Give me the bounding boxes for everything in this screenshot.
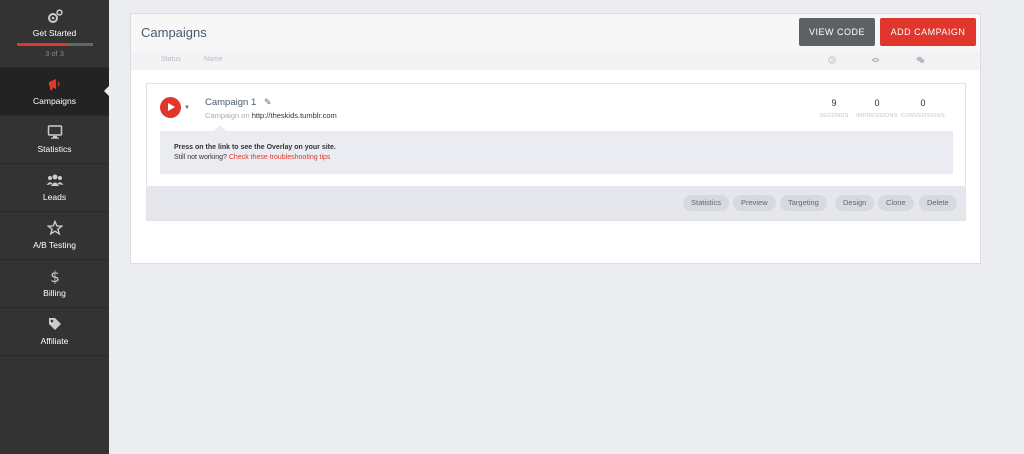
gears-icon [0, 0, 109, 26]
design-button[interactable]: Design [835, 195, 875, 211]
tag-icon [0, 308, 109, 334]
add-campaign-button[interactable]: ADD CAMPAIGN [880, 18, 976, 46]
campaign-subtitle: Campaign on http://theskids.tumblr.com [205, 111, 337, 120]
notice-heading: Press on the link to see the Overlay on … [174, 144, 336, 151]
sidebar-item-label: A/B Testing [33, 240, 76, 250]
monitor-icon [0, 116, 109, 142]
notice-box: Press on the link to see the Overlay on … [160, 131, 953, 174]
sidebar-item-label: Affiliate [40, 336, 69, 346]
stat-conversions: 0 CONVERSIONS [898, 98, 948, 119]
progress-bar [16, 43, 93, 46]
sidebar-item-label: Leads [42, 192, 67, 202]
stat-impressions: 0 IMPRESSIONS [852, 98, 902, 119]
star-icon [0, 212, 109, 238]
megaphone-icon [0, 68, 109, 94]
clock-icon [828, 56, 836, 66]
progress-fill [16, 43, 68, 46]
sidebar-item-label: Billing [43, 288, 66, 298]
panel-header: Campaigns VIEW CODE ADD CAMPAIGN [131, 14, 980, 52]
sidebar-item-affiliate[interactable]: Affiliate [0, 308, 109, 356]
sidebar-item-get-started[interactable]: Get Started 3 of 3 [0, 0, 109, 68]
sidebar-item-label: Get Started [32, 28, 77, 38]
chevron-down-icon[interactable]: ▼ [184, 105, 190, 111]
users-icon [0, 164, 109, 190]
preview-button[interactable]: Preview [733, 195, 776, 211]
view-code-button[interactable]: VIEW CODE [799, 18, 875, 46]
sidebar-item-statistics[interactable]: Statistics [0, 116, 109, 164]
eye-icon [871, 56, 880, 66]
column-header: Status Name [131, 52, 980, 70]
campaign-actions: Statistics Preview Targeting Design Clon… [147, 186, 965, 220]
stat-value: 0 [874, 98, 880, 108]
campaign-card: ▼ Campaign 1 ✎ Campaign on http://theski… [146, 83, 966, 221]
sidebar: Get Started 3 of 3 Campaigns Statistics … [0, 0, 109, 454]
sidebar-item-campaigns[interactable]: Campaigns [0, 68, 109, 116]
sidebar-item-billing[interactable]: $ Billing [0, 260, 109, 308]
sidebar-item-label: Statistics [37, 144, 72, 154]
delete-button[interactable]: Delete [919, 195, 957, 211]
notice-text: Still not working? [174, 154, 227, 161]
campaigns-panel: Campaigns VIEW CODE ADD CAMPAIGN Status … [130, 13, 981, 264]
sidebar-item-label: Campaigns [33, 96, 76, 106]
play-icon[interactable] [160, 97, 181, 118]
column-name: Name [204, 56, 223, 63]
sidebar-item-ab-testing[interactable]: A/B Testing [0, 212, 109, 260]
sidebar-item-leads[interactable]: Leads [0, 164, 109, 212]
campaign-sub-prefix: Campaign on [205, 111, 250, 120]
svg-text:$: $ [50, 268, 60, 284]
statistics-button[interactable]: Statistics [683, 195, 730, 211]
stat-label: IMPRESSIONS [856, 113, 898, 119]
dollar-icon: $ [0, 260, 109, 286]
comments-icon [916, 56, 925, 66]
column-status: Status [161, 56, 181, 63]
campaign-url[interactable]: http://theskids.tumblr.com [252, 111, 337, 120]
edit-pencil-icon[interactable]: ✎ [264, 97, 272, 108]
troubleshooting-link[interactable]: Check these troubleshooting tips [229, 154, 331, 161]
clone-button[interactable]: Clone [878, 195, 914, 211]
stat-value: 0 [920, 98, 926, 108]
page-title: Campaigns [141, 25, 207, 40]
campaign-name[interactable]: Campaign 1 [205, 97, 256, 108]
progress-count: 3 of 3 [45, 49, 64, 58]
targeting-button[interactable]: Targeting [780, 195, 827, 211]
stat-label: CONVERSIONS [901, 113, 945, 119]
